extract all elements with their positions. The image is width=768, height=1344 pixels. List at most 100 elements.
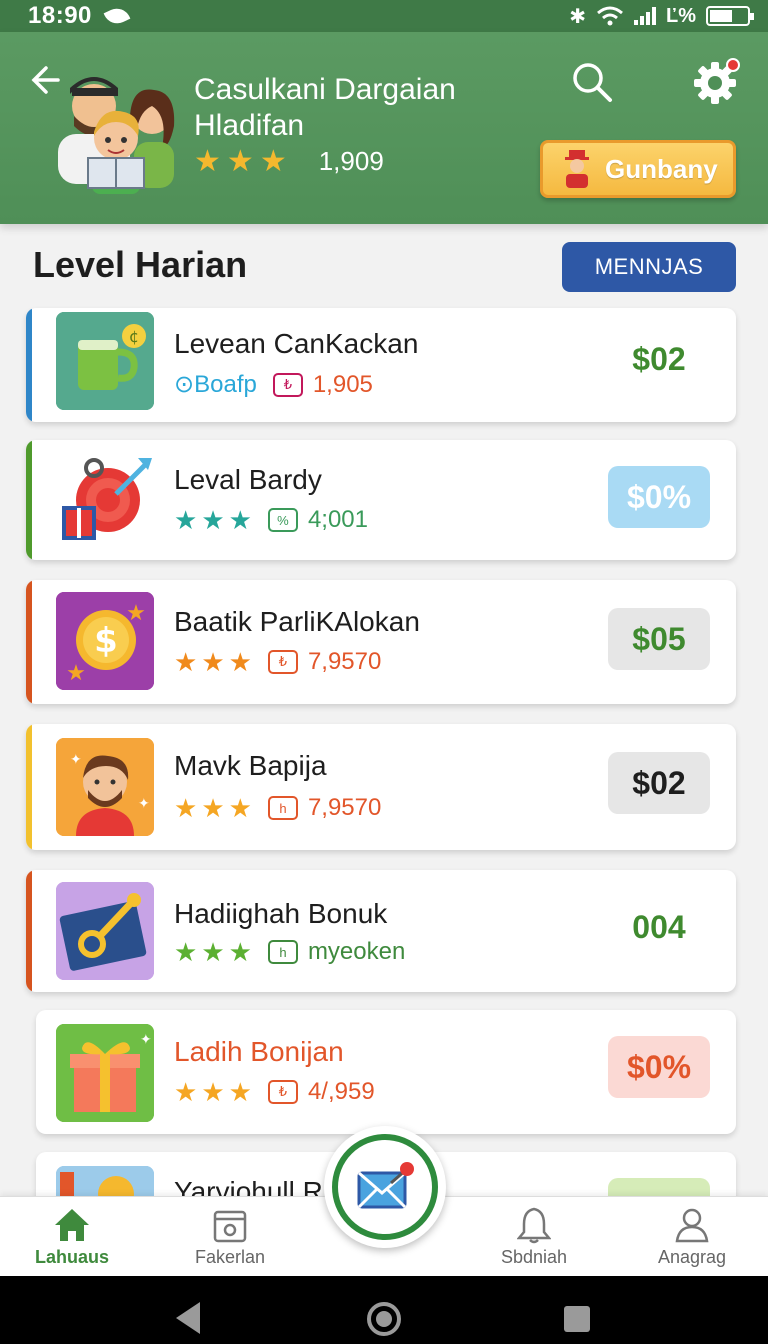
mail-icon [357, 1162, 414, 1209]
level-card[interactable]: $ ★ ★ Baatik ParliKAlokan ★ ★ ★ ₺ 7,9570… [26, 580, 736, 704]
card-meta: ★ ★ ★ h 7,9570 [174, 794, 381, 822]
level-card[interactable]: Leval Bardy ★ ★ ★ % 4;001 $0% [26, 440, 736, 560]
system-recents-icon[interactable] [564, 1306, 590, 1332]
signal-icon [634, 7, 656, 25]
card-accent [26, 308, 32, 422]
nav-notifications[interactable]: Sbdniah [474, 1203, 594, 1268]
search-icon[interactable] [570, 60, 614, 104]
status-time: 18:90 [28, 2, 92, 29]
card-meta-value: 4/,959 [307, 1078, 375, 1105]
battery-text: Ľ% [666, 4, 696, 27]
company-button[interactable]: Gunbany [540, 140, 736, 198]
system-nav-bar [0, 1276, 768, 1344]
coin-icon: $ ★ ★ [56, 592, 154, 690]
card-price: $0% [608, 466, 710, 528]
star-icon: ★ [201, 793, 225, 823]
nav-label: Anagrag [657, 1247, 727, 1267]
menu-button[interactable]: MENNJAS [562, 242, 736, 292]
card-accent [26, 870, 32, 992]
level-card[interactable]: ✦ Ladih Bonijan ★ ★ ★ ₺ 4/,959 $0% [36, 1010, 736, 1134]
card-title: Leval Bardy [174, 464, 322, 495]
card-meta-value: myeoken [307, 938, 406, 965]
nav-label: Fakerlan [194, 1247, 266, 1267]
star-icon: ★ [194, 144, 221, 178]
company-button-label: Gunbany [605, 153, 718, 184]
battery-icon [706, 6, 754, 26]
card-meta-value: 1,905 [312, 370, 373, 398]
mail-fab-button[interactable] [324, 1126, 446, 1248]
star-icon: ★ [228, 1077, 252, 1107]
card-price: $02 [632, 340, 686, 377]
leaf-icon [103, 4, 131, 28]
star-icon: ★ [201, 937, 225, 967]
star-icon: ★ [174, 793, 198, 823]
star-icon: ★ [228, 505, 252, 535]
person-icon [632, 1203, 752, 1247]
star-icon: ★ [201, 647, 225, 677]
svg-text:✦: ✦ [140, 1032, 152, 1048]
header-rating: ★ ★ ★ 1,909 [194, 146, 384, 177]
fab-ring [332, 1134, 438, 1240]
nav-home[interactable]: Lahuaus [12, 1203, 132, 1268]
card-accent [26, 580, 32, 704]
card-price: $05 [608, 608, 710, 670]
tag-icon: h [267, 940, 298, 964]
app-title: Casulkani Dargaian Hladifan [194, 73, 456, 142]
status-bar: 18:90 ✱ Ľ% [0, 0, 768, 32]
card-meta: ★ ★ ★ h myeoken [174, 938, 405, 966]
star-icon: ★ [174, 1077, 198, 1107]
star-icon: ★ [174, 505, 198, 535]
card-price: 004 [632, 908, 686, 945]
person-badge-icon [565, 150, 589, 188]
system-back-icon[interactable] [176, 1302, 200, 1334]
level-card[interactable]: ✦ ✦ Mavk Bapija ★ ★ ★ h 7,9570 $02 [26, 724, 736, 850]
card-title: Hadiighah Bonuk [174, 898, 388, 929]
tag-icon: h [267, 796, 298, 820]
svg-text:★: ★ [126, 601, 146, 626]
card-meta-value: 7,9570 [307, 794, 382, 821]
rating-count: 1,909 [318, 146, 384, 176]
nav-label: Lahuaus [34, 1247, 109, 1267]
card-accent [26, 724, 32, 850]
card-meta: ★ ★ ★ ₺ 7,9570 [174, 648, 381, 676]
bell-icon [474, 1203, 594, 1247]
nav-label: Sbdniah [500, 1247, 568, 1267]
star-icon: ★ [228, 793, 252, 823]
card-meta-value: 4;001 [307, 506, 368, 533]
bluetooth-icon: ✱ [569, 5, 586, 28]
star-icon: ★ [226, 144, 254, 178]
tag-icon: ₺ [267, 1080, 298, 1104]
level-card[interactable]: Hadiighah Bonuk ★ ★ ★ h myeoken 004 [26, 870, 736, 992]
card-title: Ladih Bonijan [174, 1036, 344, 1067]
system-home-icon[interactable] [367, 1302, 401, 1336]
svg-text:¢: ¢ [129, 327, 139, 346]
calendar-icon [170, 1203, 290, 1247]
card-meta: ★ ★ ★ % 4;001 [174, 506, 368, 534]
nav-calendar[interactable]: Fakerlan [170, 1203, 290, 1268]
card-meta-value: 7,9570 [307, 648, 382, 675]
tag-icon: ₺ [272, 372, 303, 397]
card-price: $02 [608, 752, 710, 814]
card-title: Baatik ParliKAlokan [174, 606, 420, 637]
card-meta: ★ ★ ★ ₺ 4/,959 [174, 1078, 375, 1106]
nav-profile[interactable]: Anagrag [632, 1203, 752, 1268]
star-icon: ★ [174, 647, 198, 677]
key-icon [56, 882, 154, 980]
level-card[interactable]: ¢ Levean CanKackan ⊙Boafp ₺ 1,905 $02 [26, 308, 736, 422]
man-avatar-icon: ✦ ✦ [56, 738, 154, 836]
gear-icon[interactable] [692, 58, 740, 106]
tag-icon: ₺ [267, 650, 298, 674]
svg-text:✦: ✦ [70, 752, 82, 768]
mug-icon: ¢ [56, 312, 154, 410]
card-price: $0% [608, 1036, 710, 1098]
card-title: Mavk Bapija [174, 750, 327, 781]
star-icon: ★ [174, 937, 198, 967]
svg-text:★: ★ [66, 661, 86, 686]
gift-icon: ✦ [56, 1024, 154, 1122]
star-icon: ★ [259, 144, 287, 178]
notification-dot [726, 58, 740, 72]
star-icon: ★ [201, 1077, 225, 1107]
svg-text:$: $ [94, 621, 118, 661]
family-avatar [58, 77, 175, 194]
card-meta-prefix: ⊙Boafp [174, 371, 257, 398]
